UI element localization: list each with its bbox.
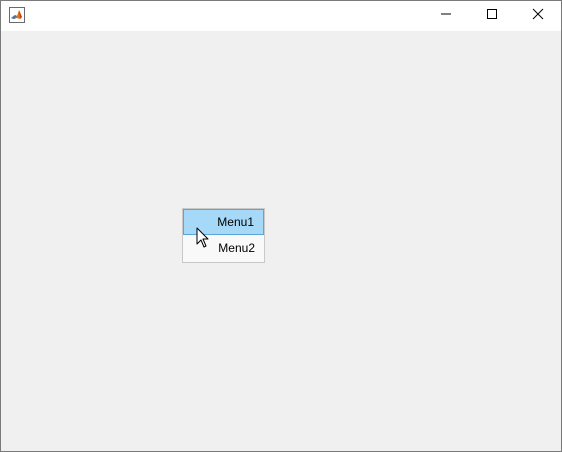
title-bar[interactable] <box>1 1 561 31</box>
minimize-icon <box>440 7 452 25</box>
menu-item-menu1[interactable]: Menu1 <box>183 209 264 235</box>
context-menu: Menu1 Menu2 <box>182 208 265 263</box>
matlab-figure-icon <box>9 7 25 23</box>
minimize-button[interactable] <box>423 1 469 31</box>
menu-item-menu2[interactable]: Menu2 <box>183 235 264 261</box>
maximize-button[interactable] <box>469 1 515 31</box>
figure-window: Menu1 Menu2 <box>0 0 562 452</box>
close-button[interactable] <box>515 1 561 31</box>
maximize-icon <box>486 7 498 25</box>
close-icon <box>532 7 544 25</box>
figure-client-area[interactable]: Menu1 Menu2 <box>1 31 561 451</box>
